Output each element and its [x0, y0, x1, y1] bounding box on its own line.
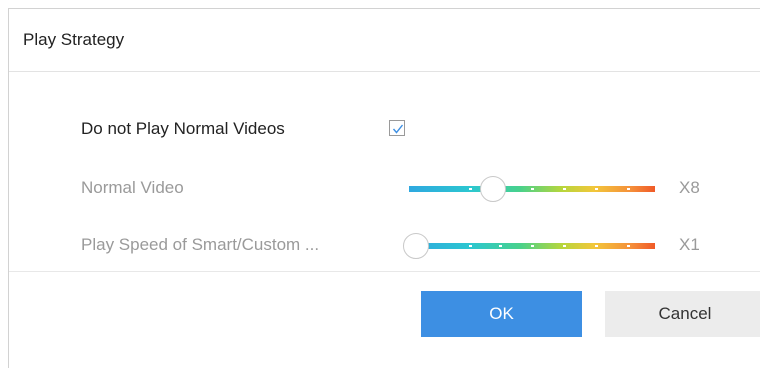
slider-tick [469, 188, 472, 190]
slider-tick [563, 188, 566, 190]
normal-video-slider[interactable] [409, 176, 655, 202]
slider-tick [531, 245, 534, 247]
play-strategy-dialog: Play Strategy Do not Play Normal Videos … [8, 8, 760, 368]
slider-tick [595, 245, 598, 247]
skip-normal-checkbox[interactable] [389, 120, 405, 136]
slider-tick [595, 188, 598, 190]
slider-tick [499, 245, 502, 247]
ok-button[interactable]: OK [421, 291, 582, 337]
slider-tick [469, 245, 472, 247]
dialog-title: Play Strategy [23, 30, 125, 49]
dialog-header: Play Strategy [9, 9, 760, 72]
skip-normal-label: Do not Play Normal Videos [81, 119, 285, 138]
smart-speed-value: X1 [679, 235, 700, 254]
cancel-button[interactable]: Cancel [605, 291, 760, 337]
slider-tick [563, 245, 566, 247]
normal-video-label: Normal Video [81, 178, 184, 197]
check-icon [392, 124, 404, 134]
slider-tick [531, 188, 534, 190]
smart-speed-label: Play Speed of Smart/Custom ... [81, 235, 320, 254]
smart-speed-slider[interactable] [403, 233, 655, 259]
slider-tick [627, 245, 630, 247]
slider-thumb[interactable] [403, 233, 429, 259]
slider-thumb[interactable] [480, 176, 506, 202]
normal-video-speed: X8 [679, 178, 700, 197]
slider-tick [627, 188, 630, 190]
